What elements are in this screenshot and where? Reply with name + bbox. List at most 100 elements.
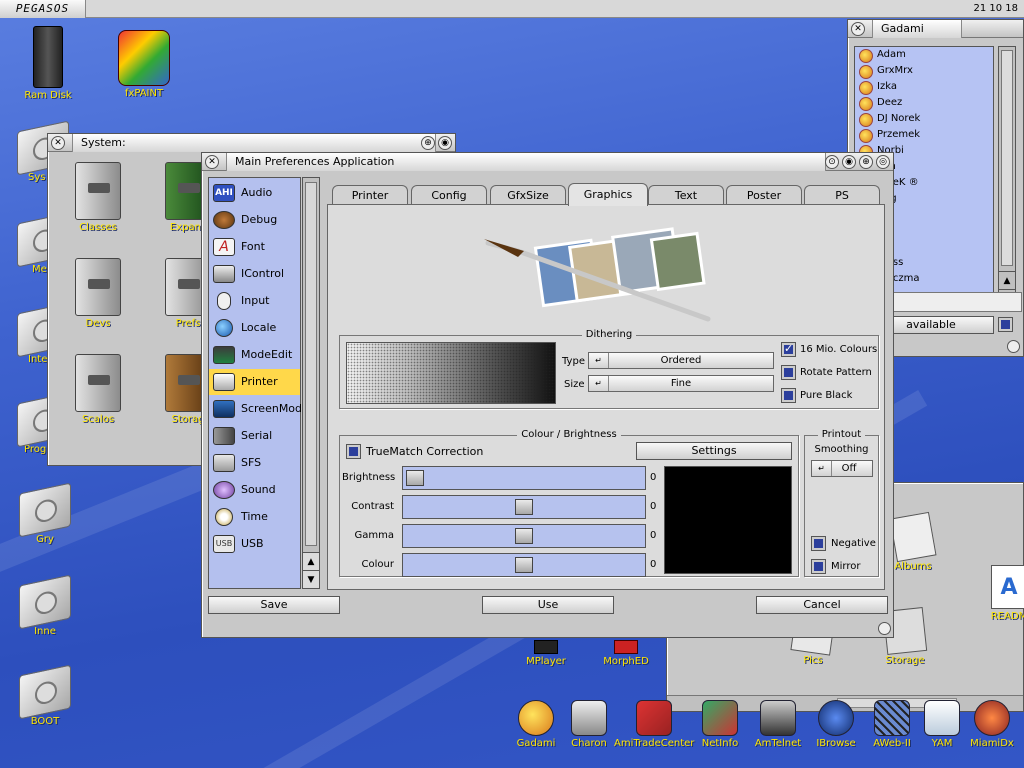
smoothing-cycle[interactable]: ↵ Off <box>811 460 873 477</box>
resize-icon[interactable] <box>878 622 891 635</box>
dithering-title: Dithering <box>581 329 637 340</box>
dither-type-cycle[interactable]: ↵ Ordered <box>588 352 774 369</box>
close-icon[interactable]: ✕ <box>205 155 219 169</box>
close-icon[interactable]: ✕ <box>51 136 65 150</box>
sidebar-item-locale[interactable]: Locale <box>209 315 300 341</box>
colour-slider[interactable] <box>402 553 646 577</box>
tab-graphics[interactable]: Graphics <box>568 183 648 206</box>
iconify-icon[interactable]: ⊕ <box>859 155 873 169</box>
sidebar-item-sound[interactable]: Sound <box>209 477 300 503</box>
gadami-scrollbar[interactable]: ▲ ▼ <box>998 46 1016 308</box>
tab-ps[interactable]: PS <box>804 185 880 205</box>
drawer-classes[interactable]: Classes <box>58 162 138 233</box>
desktop-icon-inne[interactable]: Inne <box>10 574 80 637</box>
desktop-icon-mplayer[interactable]: MPlayer <box>506 640 586 667</box>
amtelnet-icon <box>760 700 796 736</box>
icon-readme[interactable]: A READM <box>969 565 1024 622</box>
gamma-slider[interactable] <box>402 524 646 548</box>
sidebar-item-printer[interactable]: Printer <box>209 369 300 395</box>
tab-poster[interactable]: Poster <box>726 185 802 205</box>
title-bar-drag-area[interactable] <box>86 0 946 18</box>
arrow-down-icon[interactable]: ▼ <box>303 570 319 588</box>
depth-icon[interactable]: ◎ <box>876 155 890 169</box>
scroll-thumb[interactable] <box>305 182 317 546</box>
sidebar-item-usb[interactable]: USB USB <box>209 531 300 557</box>
window-title: Gadami <box>872 20 962 38</box>
sidebar-scrollbar[interactable]: ▲ ▼ <box>302 177 320 589</box>
snapshot-icon[interactable]: ⊙ <box>825 155 839 169</box>
list-item[interactable]: Izka <box>855 79 993 95</box>
desktop-icon-boot[interactable]: BOOT <box>10 664 80 727</box>
negative-checkbox[interactable] <box>811 536 826 551</box>
drawer-scalos[interactable]: Scalos <box>58 354 138 425</box>
use-button[interactable]: Use <box>482 596 614 614</box>
desktop-icon-ram-disk[interactable]: Ram Disk <box>13 26 83 101</box>
scroll-thumb[interactable] <box>1001 50 1013 266</box>
sidebar-item-modeedit[interactable]: ModeEdit <box>209 342 300 368</box>
sidebar-item-time[interactable]: Time <box>209 504 300 530</box>
slider-knob[interactable] <box>515 528 533 544</box>
prefs-title-bar[interactable]: ✕ Main Preferences Application ⊙ ◉ ⊕ ◎ <box>202 153 893 171</box>
arrow-up-icon[interactable]: ▲ <box>303 552 319 570</box>
cancel-button[interactable]: Cancel <box>756 596 888 614</box>
mouse-icon <box>217 292 231 310</box>
slider-knob[interactable] <box>515 499 533 515</box>
globe-icon <box>215 319 233 337</box>
sixteen-mio-colours-checkbox[interactable] <box>781 342 796 357</box>
tab-gfxsize[interactable]: GfxSize <box>490 185 566 205</box>
rotate-pattern-label: Rotate Pattern <box>800 367 872 378</box>
list-item[interactable]: DJ Norek <box>855 111 993 127</box>
iconify-icon[interactable]: ⊕ <box>421 136 435 150</box>
list-item[interactable]: Adam <box>855 47 993 63</box>
settings-button[interactable]: Settings <box>636 442 792 460</box>
sidebar-item-font[interactable]: A Font <box>209 234 300 260</box>
save-button[interactable]: Save <box>208 596 340 614</box>
brightness-slider[interactable] <box>402 466 646 490</box>
sidebar-item-serial[interactable]: Serial <box>209 423 300 449</box>
list-item[interactable]: Deez <box>855 95 993 111</box>
fxpaint-icon <box>118 30 170 86</box>
printout-title: Printout <box>817 429 866 440</box>
arrow-up-icon[interactable]: ▲ <box>999 271 1015 289</box>
readme-icon: A <box>991 565 1024 609</box>
slider-knob[interactable] <box>406 470 424 486</box>
truematch-label: TrueMatch Correction <box>366 445 484 458</box>
list-item[interactable]: GrxMrx <box>855 63 993 79</box>
drive-icon <box>19 574 71 630</box>
rotate-pattern-checkbox[interactable] <box>781 365 796 380</box>
list-item[interactable]: Przemek <box>855 127 993 143</box>
pure-black-checkbox[interactable] <box>781 388 796 403</box>
sidebar-item-icontrol[interactable]: IControl <box>209 261 300 287</box>
sidebar-item-input[interactable]: Input <box>209 288 300 314</box>
usb-icon: USB <box>213 535 235 553</box>
mirror-checkbox[interactable] <box>811 559 826 574</box>
slider-knob[interactable] <box>515 557 533 573</box>
status-toggle[interactable] <box>998 317 1013 332</box>
depth-icon[interactable]: ◉ <box>438 136 452 150</box>
pegasos-logo[interactable]: PEGASOS <box>0 0 86 18</box>
drawer-devs[interactable]: Devs <box>58 258 138 329</box>
sidebar-item-screenmode[interactable]: ScreenMode <box>209 396 309 422</box>
dock-item-miamidx[interactable]: MiamiDx <box>952 700 1024 749</box>
drawer-icon <box>75 354 121 412</box>
tab-text[interactable]: Text <box>648 185 724 205</box>
tab-printer[interactable]: Printer <box>332 185 408 205</box>
prefs-category-list[interactable]: AHI Audio Debug A Font IControl Input Lo… <box>208 177 309 589</box>
screen-title-bar[interactable]: PEGASOS 21 10 18 <box>0 0 1024 18</box>
desktop-icon-fxpaint[interactable]: fxPAINT <box>109 30 179 99</box>
tab-config[interactable]: Config <box>411 185 487 205</box>
tab-bar: Printer Config GfxSize Graphics Text Pos… <box>332 183 882 206</box>
truematch-checkbox[interactable] <box>346 444 361 459</box>
resize-icon[interactable] <box>1007 340 1020 353</box>
contrast-slider[interactable] <box>402 495 646 519</box>
sidebar-item-debug[interactable]: Debug <box>209 207 300 233</box>
close-icon[interactable]: ✕ <box>851 22 865 36</box>
dither-size-cycle[interactable]: ↵ Fine <box>588 375 774 392</box>
gadami-title-bar[interactable]: ✕ Gadami <box>848 20 1023 38</box>
popup-icon[interactable]: ◉ <box>842 155 856 169</box>
system-title-bar[interactable]: ✕ System: ⊕ ◉ <box>48 134 455 152</box>
desktop-icon-gry[interactable]: Gry <box>10 482 80 545</box>
desktop-icon-morphed[interactable]: MorphED <box>586 640 666 667</box>
sidebar-item-audio[interactable]: AHI Audio <box>209 180 300 206</box>
sidebar-item-sfs[interactable]: SFS <box>209 450 300 476</box>
